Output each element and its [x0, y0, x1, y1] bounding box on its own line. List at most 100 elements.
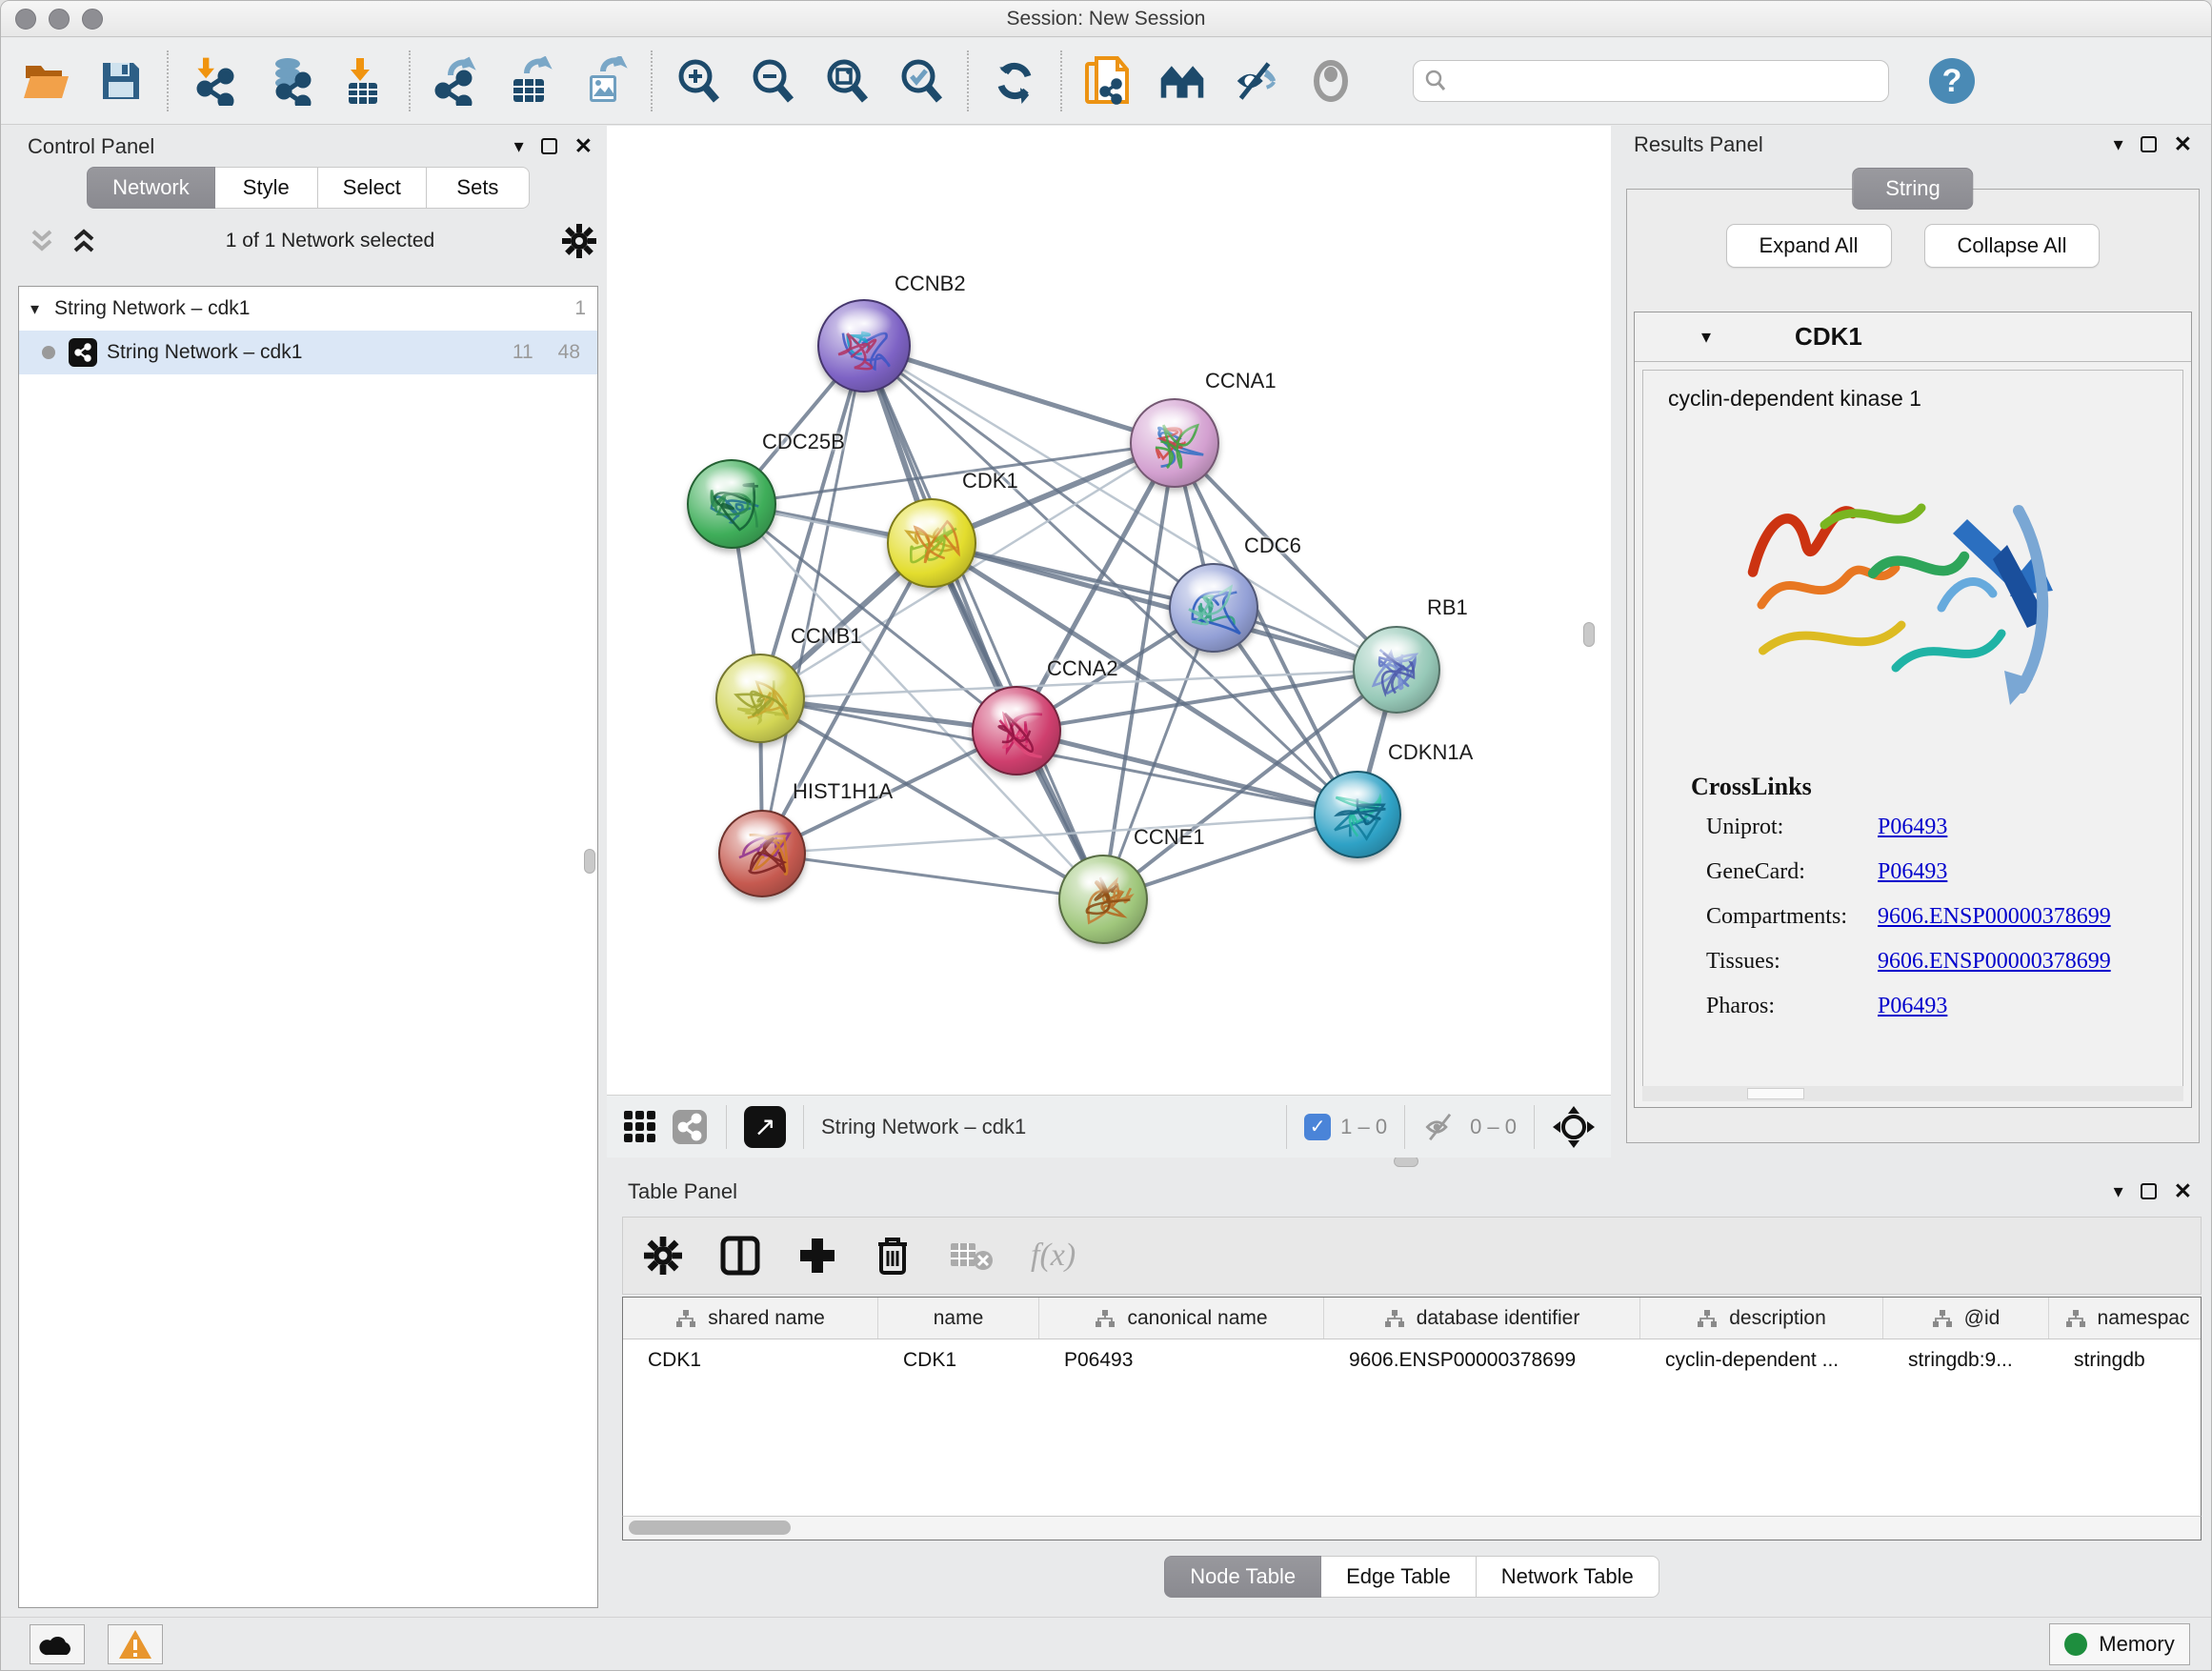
table-cell[interactable]: cyclin-dependent ... — [1640, 1339, 1883, 1383]
save-session-icon[interactable] — [96, 56, 146, 106]
network-options-gear-icon[interactable] — [562, 224, 596, 258]
crosslinks-title: CrossLinks — [1691, 773, 2182, 801]
table-options-gear-icon[interactable] — [644, 1237, 682, 1275]
collection-expand-icon[interactable]: ▾ — [30, 299, 39, 319]
control-panel-float-icon[interactable] — [541, 138, 557, 154]
column-header-name[interactable]: name — [878, 1298, 1039, 1339]
column-header--id[interactable]: @id — [1883, 1298, 2049, 1339]
export-table-icon[interactable] — [506, 56, 555, 106]
table-cell[interactable]: stringdb — [2049, 1339, 2202, 1383]
control-panel-menu-icon[interactable]: ▾ — [514, 134, 524, 158]
function-builder-icon[interactable]: f(x) — [1031, 1238, 1076, 1274]
crosslink-value-link[interactable]: P06493 — [1878, 994, 1947, 1019]
column-header-canonical-name[interactable]: canonical name — [1039, 1298, 1324, 1339]
network-node-cdk1[interactable] — [887, 498, 976, 588]
column-header-description[interactable]: description — [1640, 1298, 1883, 1339]
zoom-out-icon[interactable] — [748, 56, 797, 106]
tab-network[interactable]: Network — [87, 167, 215, 209]
export-image-icon[interactable] — [580, 56, 630, 106]
hidden-counts: 0 – 0 — [1470, 1115, 1517, 1139]
string-view-icon[interactable] — [671, 1108, 709, 1146]
table-panel-menu-icon[interactable]: ▾ — [2114, 1179, 2123, 1203]
memory-button[interactable]: Memory — [2049, 1623, 2190, 1665]
node-entry-header[interactable]: ▾ CDK1 — [1635, 312, 2191, 362]
table-cell[interactable]: CDK1 — [623, 1339, 878, 1383]
import-network-file-icon[interactable] — [190, 56, 239, 106]
control-panel-close-icon[interactable]: ✕ — [574, 133, 593, 159]
birdseye-crosshair-icon[interactable] — [1552, 1105, 1596, 1149]
network-node-ccna2[interactable] — [972, 686, 1061, 775]
collapse-all-icon[interactable] — [28, 228, 56, 254]
crosslink-value-link[interactable]: 9606.ENSP00000378699 — [1878, 949, 2111, 975]
network-node-ccnb1[interactable] — [715, 654, 805, 743]
tab-sets[interactable]: Sets — [427, 167, 530, 209]
results-panel-float-icon[interactable] — [2141, 136, 2157, 152]
collapse-all-button[interactable]: Collapse All — [1924, 224, 2101, 268]
column-header-namespac[interactable]: namespac — [2049, 1298, 2202, 1339]
table-panel-close-icon[interactable]: ✕ — [2174, 1178, 2192, 1204]
right-splitter-handle[interactable] — [1583, 622, 1595, 647]
hide-selected-icon[interactable] — [1232, 56, 1281, 106]
clone-network-icon[interactable] — [1083, 56, 1133, 106]
open-session-icon[interactable] — [22, 56, 71, 106]
grid-view-icon[interactable] — [624, 1111, 655, 1142]
tab-network-table[interactable]: Network Table — [1477, 1556, 1659, 1598]
first-neighbors-icon[interactable] — [1157, 56, 1207, 106]
network-node-ccnb2[interactable] — [817, 299, 911, 393]
results-panel-menu-icon[interactable]: ▾ — [2114, 132, 2123, 156]
network-node-cdc25b[interactable] — [687, 459, 776, 549]
results-panel-close-icon[interactable]: ✕ — [2174, 131, 2192, 157]
table-cell[interactable]: P06493 — [1039, 1339, 1324, 1383]
entry-collapse-icon[interactable]: ▾ — [1701, 325, 1711, 349]
network-node-rb1[interactable] — [1353, 626, 1440, 714]
crosslink-value-link[interactable]: P06493 — [1878, 859, 1947, 885]
window-title: Session: New Session — [1, 8, 2211, 30]
network-node-ccna1[interactable] — [1130, 398, 1219, 488]
import-table-file-icon[interactable] — [338, 56, 388, 106]
delete-column-icon[interactable] — [875, 1235, 911, 1277]
zoom-fit-icon[interactable] — [822, 56, 872, 106]
expand-all-icon[interactable] — [70, 228, 98, 254]
table-row[interactable]: CDK1CDK1P064939606.ENSP00000378699cyclin… — [623, 1339, 2201, 1383]
tab-string[interactable]: String — [1852, 168, 1973, 210]
zoom-in-icon[interactable] — [674, 56, 723, 106]
left-splitter-handle[interactable] — [584, 849, 595, 874]
refresh-icon[interactable] — [990, 56, 1039, 106]
warnings-button[interactable] — [108, 1624, 163, 1664]
network-canvas[interactable]: CCNB2CCNA1CDC25BCDK1CDC6RB1CCNB1CCNA2CDK… — [607, 126, 1611, 1095]
crosslink-value-link[interactable]: 9606.ENSP00000378699 — [1878, 904, 2111, 930]
export-network-icon[interactable] — [432, 56, 481, 106]
tab-edge-table[interactable]: Edge Table — [1321, 1556, 1477, 1598]
show-columns-icon[interactable] — [720, 1236, 760, 1276]
tab-style[interactable]: Style — [215, 167, 318, 209]
table-cell[interactable]: stringdb:9... — [1883, 1339, 2049, 1383]
selected-checkbox-icon[interactable]: ✓ — [1304, 1114, 1331, 1140]
table-cell[interactable]: CDK1 — [878, 1339, 1039, 1383]
show-all-icon[interactable] — [1306, 56, 1356, 106]
expand-all-button[interactable]: Expand All — [1726, 224, 1892, 268]
search-input[interactable] — [1413, 60, 1889, 102]
column-header-shared-name[interactable]: shared name — [623, 1298, 878, 1339]
results-hscrollbar[interactable] — [1642, 1086, 2183, 1101]
network-collection-row[interactable]: ▾ String Network – cdk1 1 — [19, 287, 597, 331]
table-cell[interactable]: 9606.ENSP00000378699 — [1324, 1339, 1640, 1383]
tab-select[interactable]: Select — [318, 167, 427, 209]
open-in-browser-icon[interactable]: ↗ — [744, 1106, 786, 1148]
network-node-cdkn1a[interactable] — [1314, 771, 1401, 858]
column-header-database-identifier[interactable]: database identifier — [1324, 1298, 1640, 1339]
zoom-selected-icon[interactable] — [896, 56, 946, 106]
network-row[interactable]: String Network – cdk1 11 48 — [19, 331, 597, 374]
hidden-eye-icon[interactable] — [1422, 1112, 1460, 1142]
table-panel-float-icon[interactable] — [2141, 1183, 2157, 1199]
help-icon[interactable]: ? — [1927, 56, 1977, 106]
delete-table-icon[interactable] — [949, 1239, 993, 1272]
cloud-button[interactable] — [30, 1624, 85, 1664]
tab-node-table[interactable]: Node Table — [1164, 1556, 1321, 1598]
import-network-database-icon[interactable] — [264, 56, 313, 106]
crosslink-value-link[interactable]: P06493 — [1878, 815, 1947, 840]
network-node-ccne1[interactable] — [1058, 855, 1148, 944]
table-hscrollbar[interactable] — [622, 1516, 2202, 1540]
network-node-hist1h1a[interactable] — [718, 810, 806, 897]
network-node-cdc6[interactable] — [1169, 563, 1258, 653]
add-column-icon[interactable] — [798, 1237, 836, 1275]
